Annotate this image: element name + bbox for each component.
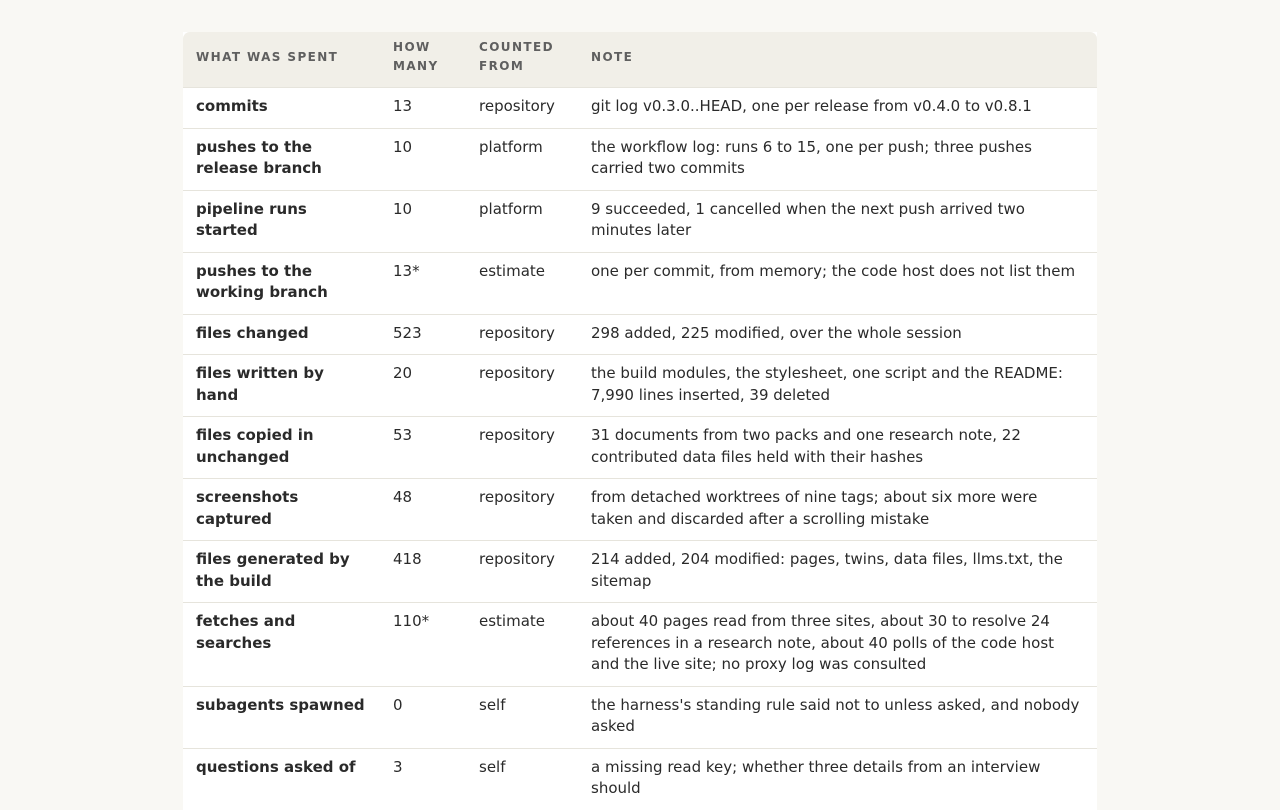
- spending-table: WHAT WAS SPENT HOW MANY COUNTED FROM NOT…: [183, 32, 1097, 810]
- cell-how-many: 10: [380, 127, 466, 190]
- cell-how-many: 0: [380, 685, 466, 748]
- table-row: questions asked of 3 self a missing read…: [183, 747, 1097, 810]
- cell-note: 214 added, 204 modified: pages, twins, d…: [578, 540, 1097, 603]
- cell-note: one per commit, from memory; the code ho…: [578, 251, 1097, 314]
- table-header: WHAT WAS SPENT HOW MANY COUNTED FROM NOT…: [183, 32, 1097, 88]
- cell-note: the workflow log: runs 6 to 15, one per …: [578, 127, 1097, 190]
- cell-what: pushes to the release branch: [183, 127, 380, 190]
- cell-how-many: 13: [380, 87, 466, 128]
- table-row: files written by hand 20 repository the …: [183, 354, 1097, 417]
- cell-how-many: 13*: [380, 251, 466, 314]
- cell-counted-from: platform: [466, 127, 578, 190]
- cell-what: screenshots captured: [183, 478, 380, 541]
- cell-counted-from: repository: [466, 478, 578, 541]
- table-body: commits 13 repository git log v0.3.0..HE…: [183, 87, 1097, 810]
- table-row: pushes to the working branch 13* estimat…: [183, 251, 1097, 314]
- cell-counted-from: self: [466, 747, 578, 810]
- header-what-was-spent: WHAT WAS SPENT: [183, 32, 380, 88]
- cell-what: files written by hand: [183, 354, 380, 417]
- cell-what: questions asked of: [183, 747, 380, 810]
- cell-note: 298 added, 225 modified, over the whole …: [578, 313, 1097, 355]
- cell-note: 9 succeeded, 1 cancelled when the next p…: [578, 189, 1097, 252]
- cell-counted-from: platform: [466, 189, 578, 252]
- cell-how-many: 3: [380, 747, 466, 810]
- table-row: pushes to the release branch 10 platform…: [183, 127, 1097, 190]
- cell-how-many: 110*: [380, 602, 466, 686]
- cell-note: the harness's standing rule said not to …: [578, 685, 1097, 748]
- table-row: files copied in unchanged 53 repository …: [183, 416, 1097, 479]
- cell-note: about 40 pages read from three sites, ab…: [578, 602, 1097, 686]
- cell-what: subagents spawned: [183, 685, 380, 748]
- table-row: files generated by the build 418 reposit…: [183, 540, 1097, 603]
- spending-table-container: WHAT WAS SPENT HOW MANY COUNTED FROM NOT…: [183, 32, 1097, 810]
- cell-how-many: 48: [380, 478, 466, 541]
- header-row: WHAT WAS SPENT HOW MANY COUNTED FROM NOT…: [183, 32, 1097, 88]
- cell-how-many: 418: [380, 540, 466, 603]
- cell-how-many: 53: [380, 416, 466, 479]
- cell-how-many: 523: [380, 313, 466, 355]
- cell-note: 31 documents from two packs and one rese…: [578, 416, 1097, 479]
- header-note: NOTE: [578, 32, 1097, 88]
- cell-how-many: 10: [380, 189, 466, 252]
- cell-counted-from: repository: [466, 354, 578, 417]
- header-counted-from: COUNTED FROM: [466, 32, 578, 88]
- cell-what: commits: [183, 87, 380, 128]
- table-row: screenshots captured 48 repository from …: [183, 478, 1097, 541]
- cell-counted-from: repository: [466, 540, 578, 603]
- cell-what: files generated by the build: [183, 540, 380, 603]
- cell-how-many: 20: [380, 354, 466, 417]
- table-row: fetches and searches 110* estimate about…: [183, 602, 1097, 686]
- cell-note: from detached worktrees of nine tags; ab…: [578, 478, 1097, 541]
- cell-counted-from: self: [466, 685, 578, 748]
- cell-note: a missing read key; whether three detail…: [578, 747, 1097, 810]
- cell-what: files changed: [183, 313, 380, 355]
- cell-counted-from: repository: [466, 313, 578, 355]
- cell-counted-from: estimate: [466, 602, 578, 686]
- cell-what: pushes to the working branch: [183, 251, 380, 314]
- cell-counted-from: repository: [466, 416, 578, 479]
- table-row: subagents spawned 0 self the harness's s…: [183, 685, 1097, 748]
- cell-what: fetches and searches: [183, 602, 380, 686]
- header-how-many: HOW MANY: [380, 32, 466, 88]
- cell-what: pipeline runs started: [183, 189, 380, 252]
- table-row: commits 13 repository git log v0.3.0..HE…: [183, 87, 1097, 128]
- cell-note: git log v0.3.0..HEAD, one per release fr…: [578, 87, 1097, 128]
- cell-note: the build modules, the stylesheet, one s…: [578, 354, 1097, 417]
- table-row: pipeline runs started 10 platform 9 succ…: [183, 189, 1097, 252]
- cell-counted-from: repository: [466, 87, 578, 128]
- table-row: files changed 523 repository 298 added, …: [183, 313, 1097, 355]
- cell-what: files copied in unchanged: [183, 416, 380, 479]
- cell-counted-from: estimate: [466, 251, 578, 314]
